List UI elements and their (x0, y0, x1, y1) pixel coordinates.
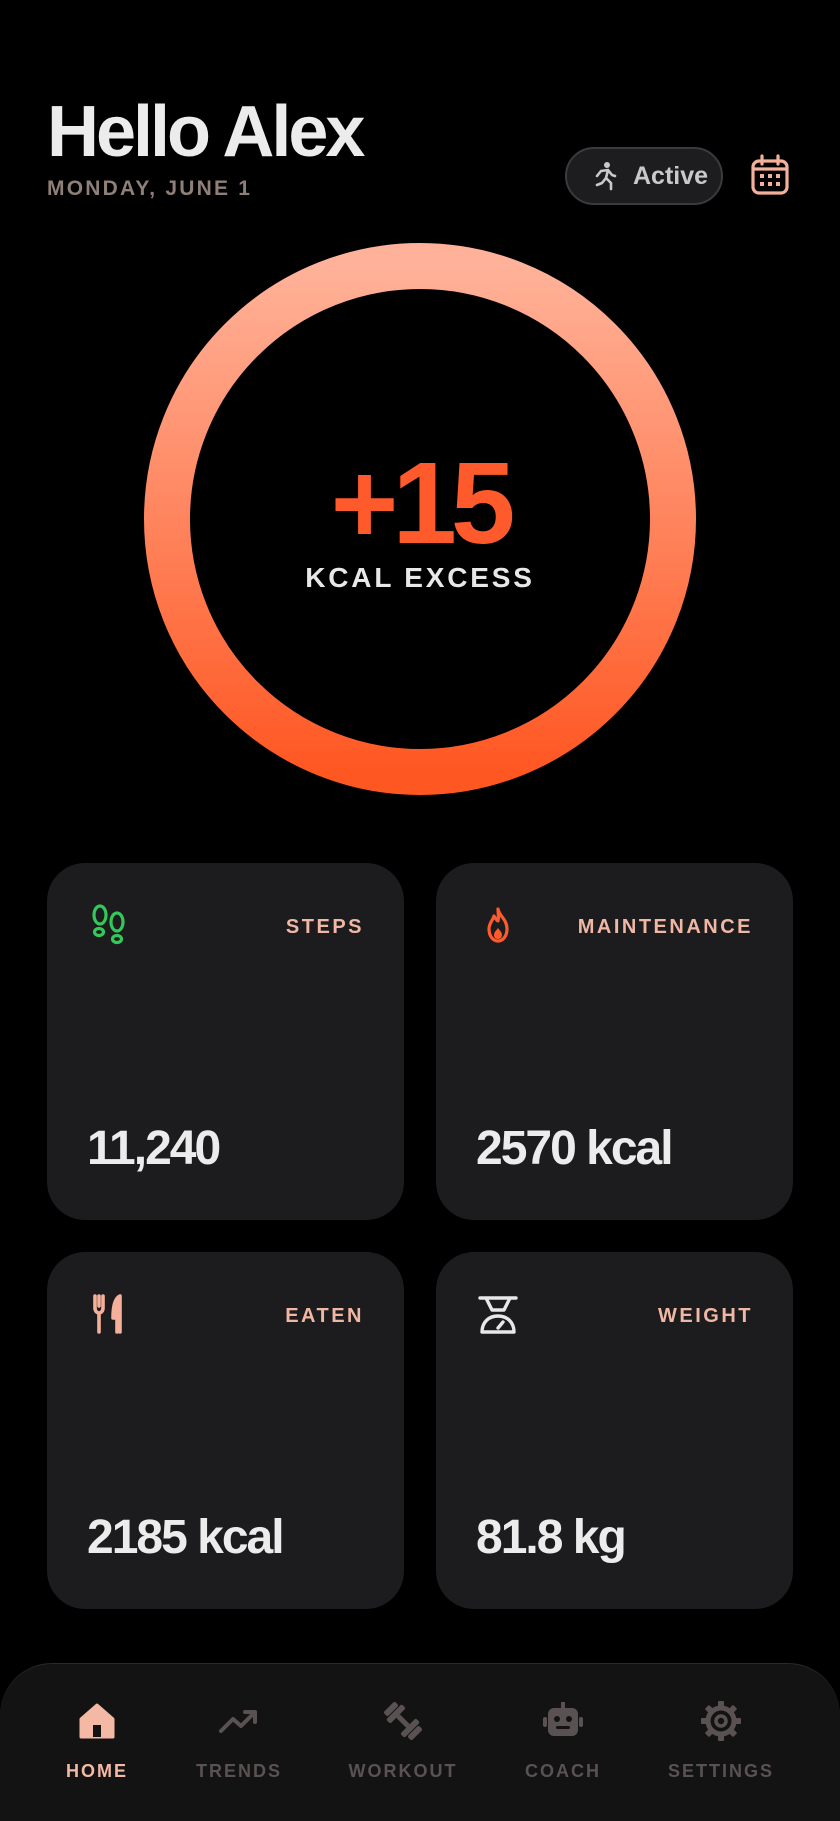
steps-value: 11,240 (87, 1122, 221, 1175)
trend-up-icon (219, 1710, 257, 1733)
calorie-balance-label: KCAL EXCESS (305, 562, 535, 593)
tab-workout[interactable]: WORKOUT (323, 1699, 483, 1809)
fork-knife-icon (93, 1294, 122, 1334)
steps-title: STEPS (285, 916, 364, 938)
greeting-title: Hello Alex (47, 92, 365, 172)
tab-label: TRENDS (195, 1761, 282, 1781)
tab-label: HOME (66, 1761, 128, 1781)
eaten-title: EATEN (285, 1305, 364, 1327)
weight-title: WEIGHT (658, 1305, 753, 1327)
activity-level-button[interactable]: Active (565, 147, 723, 205)
activity-level-label: Active (633, 161, 709, 190)
tab-label: COACH (525, 1761, 601, 1781)
robot-icon (543, 1702, 583, 1736)
date-label: MONDAY, JUNE 1 (47, 177, 253, 200)
maintenance-card[interactable]: MAINTENANCE 2570 kcal (436, 863, 793, 1220)
tab-home[interactable]: HOME (17, 1699, 177, 1809)
calorie-balance-value: +15 (330, 438, 516, 568)
tab-trends[interactable]: TRENDS (159, 1699, 319, 1809)
scale-icon (478, 1296, 518, 1334)
eaten-card[interactable]: EATEN 2185 kcal (47, 1252, 404, 1609)
flame-icon (487, 907, 509, 943)
tab-label: WORKOUT (348, 1761, 458, 1781)
bottom-tab-bar: HOME TRENDS WORKOUT COACH SETTINGS (0, 1663, 840, 1821)
gear-icon (701, 1701, 741, 1741)
tab-label: SETTINGS (667, 1761, 774, 1781)
weight-value: 81.8 kg (476, 1511, 627, 1564)
home-icon (79, 1703, 115, 1739)
eaten-value: 2185 kcal (87, 1511, 285, 1564)
maintenance-title: MAINTENANCE (577, 916, 753, 938)
steps-card[interactable]: STEPS 11,240 (47, 863, 404, 1220)
maintenance-value: 2570 kcal (476, 1122, 674, 1175)
tab-settings[interactable]: SETTINGS (641, 1699, 801, 1809)
calendar-icon[interactable] (750, 154, 790, 196)
dumbbell-icon (384, 1702, 422, 1740)
running-icon (595, 162, 617, 191)
weight-card[interactable]: WEIGHT 81.8 kg (436, 1252, 793, 1609)
tab-coach[interactable]: COACH (483, 1699, 643, 1809)
footsteps-icon (92, 904, 125, 945)
